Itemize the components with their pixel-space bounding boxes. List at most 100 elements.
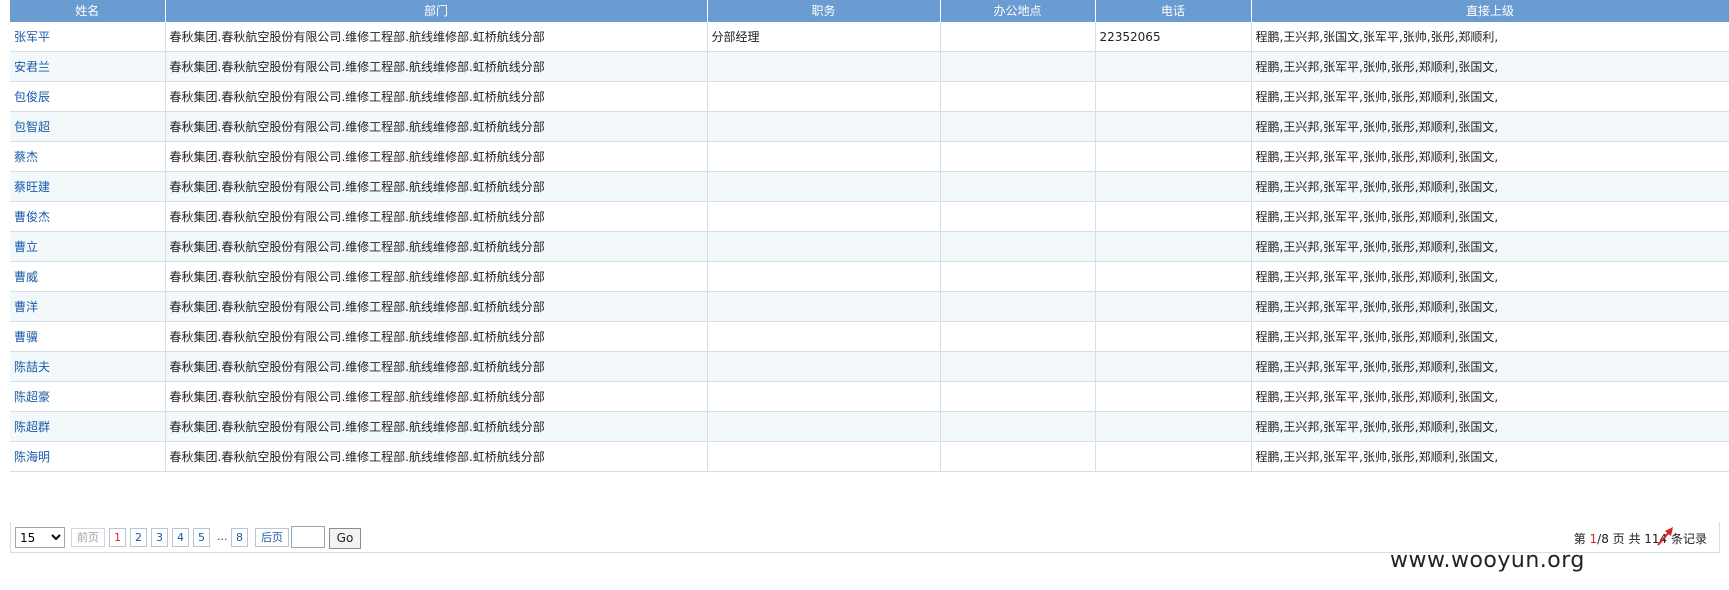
employee-name-link[interactable]: 陈喆夫: [14, 360, 50, 374]
page-button-5[interactable]: 5: [193, 528, 210, 547]
cell-office: [940, 22, 1096, 52]
cell-phone: [1095, 201, 1252, 232]
table-row: 陈喆夫 春秋集团.春秋航空股份有限公司.维修工程部.航线维修部.虹桥航线分部 程鹏,…: [10, 351, 1729, 382]
table-row: 曹立 春秋集团.春秋航空股份有限公司.维修工程部.航线维修部.虹桥航线分部 程鹏,王…: [10, 231, 1729, 262]
employee-name-link[interactable]: 曹骥: [14, 330, 38, 344]
cell-department: 春秋集团.春秋航空股份有限公司.维修工程部.航线维修部.虹桥航线分部: [165, 351, 708, 382]
cell-superior: 程鹏,王兴邦,张军平,张帅,张彤,郑顺利,张国文,: [1251, 51, 1729, 82]
cell-phone: [1095, 171, 1252, 202]
page-size-select[interactable]: 15: [15, 527, 65, 548]
next-page-button[interactable]: 后页: [255, 528, 289, 547]
column-header-department[interactable]: 部门: [165, 0, 708, 22]
cell-title: [707, 291, 941, 322]
cell-name: 包智超: [10, 111, 166, 142]
table-row: 蔡旺建 春秋集团.春秋航空股份有限公司.维修工程部.航线维修部.虹桥航线分部 程鹏,…: [10, 171, 1729, 202]
cell-name: 曹骥: [10, 321, 166, 352]
employee-name-link[interactable]: 陈海明: [14, 450, 50, 464]
cell-phone: [1095, 321, 1252, 352]
cell-phone: [1095, 261, 1252, 292]
table-row: 曹俊杰 春秋集团.春秋航空股份有限公司.维修工程部.航线维修部.虹桥航线分部 程鹏,…: [10, 201, 1729, 232]
employee-name-link[interactable]: 安君兰: [14, 60, 50, 74]
cell-name: 陈海明: [10, 441, 166, 472]
column-header-superior[interactable]: 直接上级: [1251, 0, 1729, 22]
cell-office: [940, 231, 1096, 262]
column-header-phone[interactable]: 电话: [1095, 0, 1252, 22]
table-row: 包智超 春秋集团.春秋航空股份有限公司.维修工程部.航线维修部.虹桥航线分部 程鹏,…: [10, 111, 1729, 142]
cell-title: [707, 81, 941, 112]
cell-phone: [1095, 351, 1252, 382]
cell-title: [707, 261, 941, 292]
cell-office: [940, 381, 1096, 412]
cell-name: 蔡杰: [10, 141, 166, 172]
employee-name-link[interactable]: 陈超豪: [14, 390, 50, 404]
cell-office: [940, 171, 1096, 202]
page-button-2[interactable]: 2: [130, 528, 147, 547]
cell-phone: [1095, 141, 1252, 172]
page-button-3[interactable]: 3: [151, 528, 168, 547]
cell-superior: 程鹏,王兴邦,张军平,张帅,张彤,郑顺利,张国文,: [1251, 261, 1729, 292]
cell-office: [940, 411, 1096, 442]
page-button-1[interactable]: 1: [109, 528, 126, 547]
cell-phone: [1095, 111, 1252, 142]
table-row: 曹洋 春秋集团.春秋航空股份有限公司.维修工程部.航线维修部.虹桥航线分部 程鹏,王…: [10, 291, 1729, 322]
go-button[interactable]: Go: [329, 528, 361, 549]
red-arrow-icon: [1657, 527, 1673, 546]
cell-name: 曹洋: [10, 291, 166, 322]
cell-name: 陈超豪: [10, 381, 166, 412]
table-row: 陈超豪 春秋集团.春秋航空股份有限公司.维修工程部.航线维修部.虹桥航线分部 程鹏,…: [10, 381, 1729, 412]
cell-phone: [1095, 441, 1252, 472]
column-header-name[interactable]: 姓名: [10, 0, 166, 22]
cell-superior: 程鹏,王兴邦,张军平,张帅,张彤,郑顺利,张国文,: [1251, 111, 1729, 142]
employee-name-link[interactable]: 包俊辰: [14, 90, 50, 104]
column-header-title[interactable]: 职务: [707, 0, 941, 22]
cell-name: 包俊辰: [10, 81, 166, 112]
cell-office: [940, 201, 1096, 232]
cell-office: [940, 141, 1096, 172]
cell-department: 春秋集团.春秋航空股份有限公司.维修工程部.航线维修部.虹桥航线分部: [165, 111, 708, 142]
employee-name-link[interactable]: 曹威: [14, 270, 38, 284]
cell-superior: 程鹏,王兴邦,张军平,张帅,张彤,郑顺利,张国文,: [1251, 441, 1729, 472]
cell-phone: [1095, 411, 1252, 442]
employee-name-link[interactable]: 蔡杰: [14, 150, 38, 164]
page-button-4[interactable]: 4: [172, 528, 189, 547]
page-info-total: /8 页 共 114 条记录: [1597, 532, 1707, 546]
cell-office: [940, 51, 1096, 82]
page-info-prefix: 第: [1573, 532, 1590, 546]
cell-superior: 程鹏,王兴邦,张军平,张帅,张彤,郑顺利,张国文,: [1251, 321, 1729, 352]
page-info: 第 1/8 页 共 114 条记录: [1574, 530, 1707, 547]
table-row: 陈超群 春秋集团.春秋航空股份有限公司.维修工程部.航线维修部.虹桥航线分部 程鹏,…: [10, 411, 1729, 442]
cell-title: 分部经理: [707, 22, 941, 52]
cell-phone: [1095, 381, 1252, 412]
employee-name-link[interactable]: 张军平: [14, 30, 50, 44]
cell-department: 春秋集团.春秋航空股份有限公司.维修工程部.航线维修部.虹桥航线分部: [165, 231, 708, 262]
cell-name: 陈超群: [10, 411, 166, 442]
cell-title: [707, 141, 941, 172]
page-button-last[interactable]: 8: [231, 528, 248, 547]
cell-department: 春秋集团.春秋航空股份有限公司.维修工程部.航线维修部.虹桥航线分部: [165, 51, 708, 82]
cell-name: 曹立: [10, 231, 166, 262]
column-header-office[interactable]: 办公地点: [940, 0, 1096, 22]
cell-department: 春秋集团.春秋航空股份有限公司.维修工程部.航线维修部.虹桥航线分部: [165, 141, 708, 172]
page-jump-input[interactable]: [291, 526, 325, 548]
employee-name-link[interactable]: 包智超: [14, 120, 50, 134]
cell-superior: 程鹏,王兴邦,张军平,张帅,张彤,郑顺利,张国文,: [1251, 171, 1729, 202]
employee-table: 姓名 部门 职务 办公地点 电话 直接上级 张军平春秋集团.春秋航空股份有限公司…: [10, 0, 1729, 472]
employee-name-link[interactable]: 陈超群: [14, 420, 50, 434]
cell-department: 春秋集团.春秋航空股份有限公司.维修工程部.航线维修部.虹桥航线分部: [165, 261, 708, 292]
cell-title: [707, 381, 941, 412]
employee-name-link[interactable]: 曹立: [14, 240, 38, 254]
cell-title: [707, 441, 941, 472]
cell-title: [707, 51, 941, 82]
employee-name-link[interactable]: 曹洋: [14, 300, 38, 314]
current-page-number: 1: [1589, 532, 1598, 546]
employee-name-link[interactable]: 蔡旺建: [14, 180, 50, 194]
cell-superior: 程鹏,王兴邦,张国文,张军平,张帅,张彤,郑顺利,: [1251, 22, 1729, 52]
cell-office: [940, 441, 1096, 472]
cell-title: [707, 171, 941, 202]
table-row: 陈海明 春秋集团.春秋航空股份有限公司.维修工程部.航线维修部.虹桥航线分部 程鹏,…: [10, 441, 1729, 472]
cell-title: [707, 321, 941, 352]
prev-page-button[interactable]: 前页: [71, 528, 105, 547]
employee-name-link[interactable]: 曹俊杰: [14, 210, 50, 224]
cell-phone: 22352065: [1095, 22, 1252, 52]
cell-name: 曹威: [10, 261, 166, 292]
